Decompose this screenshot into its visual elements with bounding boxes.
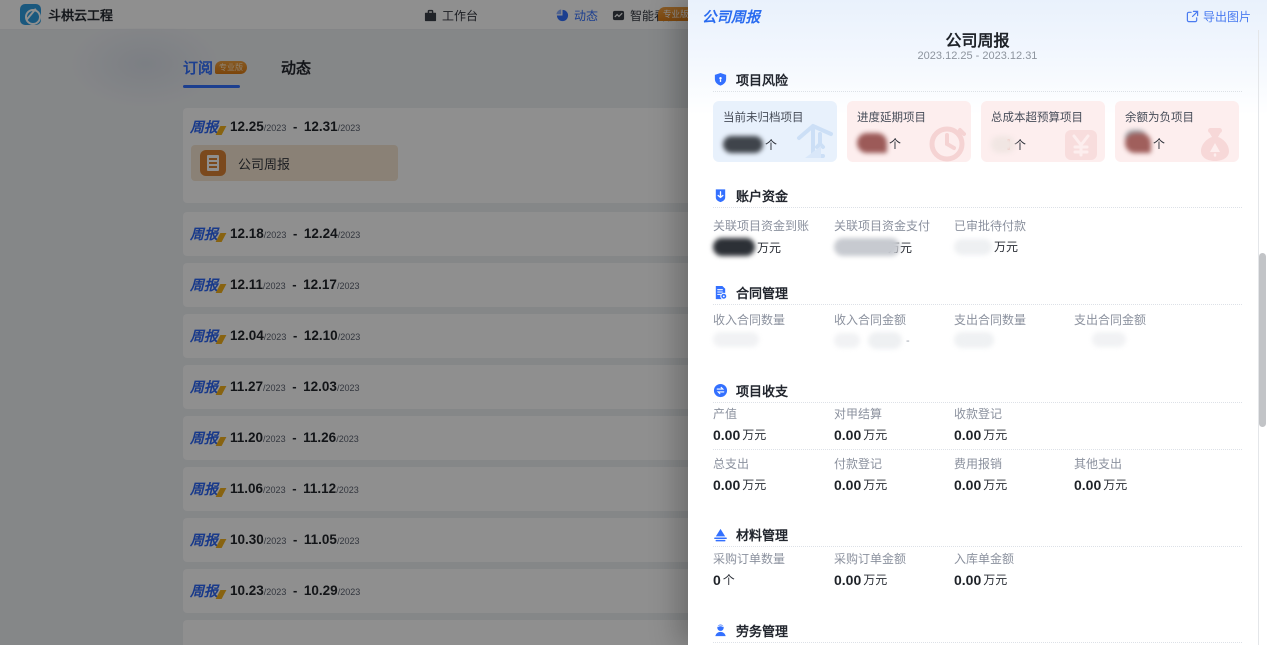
section-labor-management: 劳务管理 (713, 619, 1242, 643)
risk-card-delayed: 进度延期项目 个 (847, 101, 971, 162)
stat-funds-received: 关联项目资金到账 万元 (713, 218, 831, 256)
risk-unit: 个 (889, 135, 901, 152)
stat-purchase-order-count: 采购订单数量 0个 (713, 551, 831, 588)
shield-icon (713, 72, 728, 87)
stat-purchase-order-amount: 采购订单金额 0.00万元 (834, 551, 952, 588)
section-title: 材料管理 (736, 525, 788, 544)
section-account-funds: 账户资金 (713, 184, 1242, 208)
divider (713, 449, 1242, 450)
contract-icon (713, 285, 728, 300)
worker-icon (713, 623, 728, 638)
company-report-drawer: 公司周报 导出图片 公司周报 2023.12.25 - 2023.12.31 项… (688, 0, 1267, 645)
section-project-risk: 项目风险 (713, 68, 1242, 92)
risk-unit: 个 (1014, 136, 1026, 153)
stat-expense-contract-count: 支出合同数量 (954, 312, 1072, 348)
moneybag-icon (1193, 122, 1237, 162)
report-date-range: 2023.12.25 - 2023.12.31 (688, 50, 1267, 62)
stat-income-contract-amount: 收入合同金额 - (834, 312, 952, 349)
redacted-value (1092, 332, 1126, 347)
stat-income-contract-count: 收入合同数量 (713, 312, 831, 347)
redacted-value (868, 332, 902, 349)
redacted-value (991, 136, 1015, 153)
redacted-value (713, 332, 759, 347)
exchange-icon (713, 383, 728, 398)
redacted-value (857, 133, 887, 153)
stat-approved-pending: 已审批待付款 万元 (954, 218, 1072, 255)
stat-payment-register: 付款登记 0.00万元 (834, 456, 952, 493)
redacted-value (713, 238, 755, 256)
app-window: 斗栱云工程 工作台 动态 智能看板 专业版 订阅专业版 动态 周报 12.25/… (0, 0, 1267, 645)
redacted-value (834, 238, 900, 256)
redacted-value (723, 136, 763, 153)
stat-inbound-amount: 入库单金额 0.00万元 (954, 551, 1072, 588)
stat-receipt-register: 收款登记 0.00万元 (954, 406, 1072, 443)
section-title: 账户资金 (736, 186, 788, 205)
dash: - (906, 335, 910, 347)
section-title: 项目收支 (736, 381, 788, 400)
export-icon (1186, 10, 1199, 23)
redacted-value (834, 333, 860, 348)
risk-card-over-budget: 总成本超预算项目 个 (981, 101, 1105, 162)
section-contract-management: 合同管理 (713, 281, 1242, 305)
panel-brand-logo: 公司周报 (702, 6, 760, 27)
redacted-value (954, 332, 994, 348)
scrollbar-thumb[interactable] (1259, 253, 1266, 427)
modal-backdrop[interactable] (0, 0, 688, 645)
funds-icon (713, 188, 728, 203)
export-image-button[interactable]: 导出图片 (1186, 8, 1251, 25)
stat-total-expense: 总支出 0.00万元 (713, 456, 831, 493)
stat-expense-reimbursement: 费用报销 0.00万元 (954, 456, 1072, 493)
stat-owner-settlement: 对甲结算 0.00万元 (834, 406, 952, 443)
stat-expense-contract-amount: 支出合同金额 (1074, 312, 1192, 347)
redacted-value (1125, 133, 1151, 153)
report-title: 公司周报 (688, 27, 1267, 51)
export-label: 导出图片 (1203, 8, 1251, 25)
risk-card-unarchived: 当前未归档项目 个 (713, 101, 837, 162)
section-title: 项目风险 (736, 70, 788, 89)
stat-output-value: 产值 0.00万元 (713, 406, 831, 443)
risk-card-negative-balance: 余额为负项目 个 (1115, 101, 1239, 162)
clock-icon (923, 120, 969, 162)
risk-unit: 个 (1153, 135, 1165, 152)
yuan-icon (1059, 122, 1103, 162)
section-title: 合同管理 (736, 283, 788, 302)
stat-other-expense: 其他支出 0.00万元 (1074, 456, 1192, 493)
stat-funds-paid: 关联项目资金支付 万元 (834, 218, 952, 256)
section-title: 劳务管理 (736, 621, 788, 640)
material-icon (713, 527, 728, 542)
redacted-value (954, 239, 992, 255)
risk-unit: 个 (765, 136, 777, 153)
section-material-management: 材料管理 (713, 523, 1242, 547)
section-project-income-expense: 项目收支 (713, 379, 1242, 403)
crane-icon (787, 118, 835, 162)
